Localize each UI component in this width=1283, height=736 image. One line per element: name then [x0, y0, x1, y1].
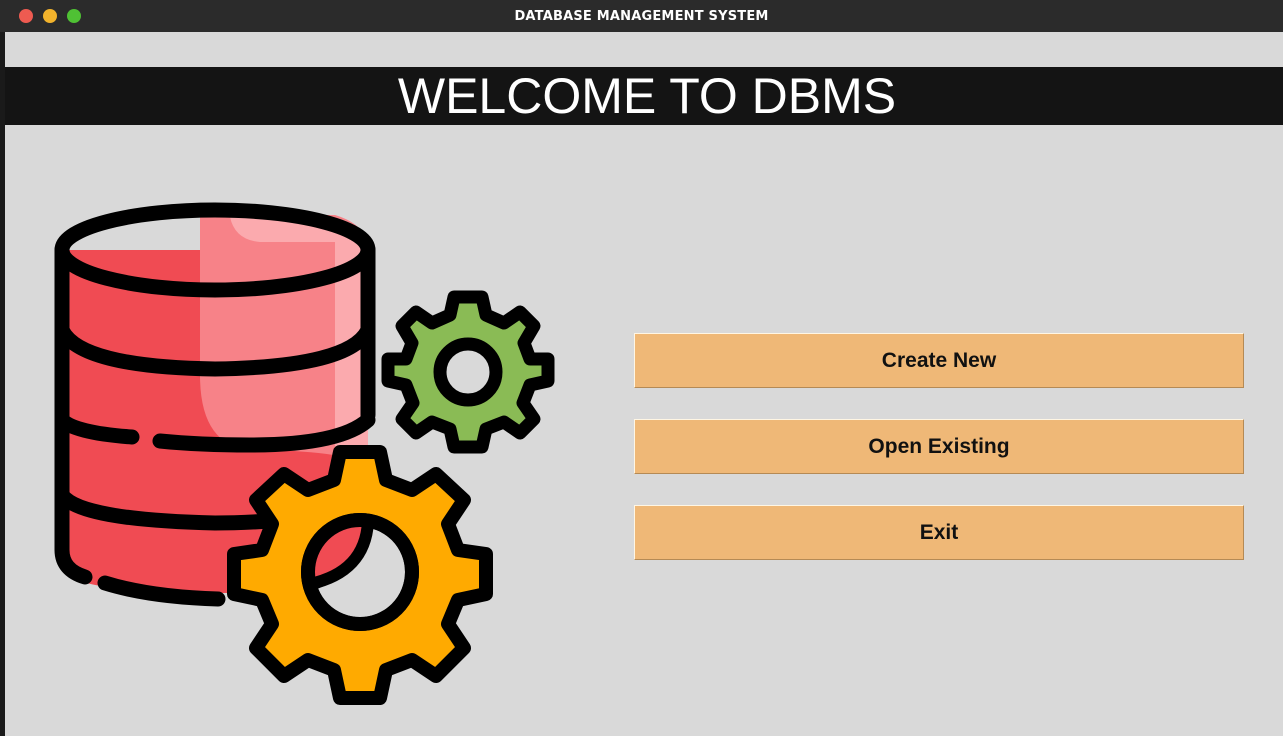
- minimize-window-button[interactable]: [43, 9, 57, 23]
- welcome-heading: WELCOME TO DBMS: [397, 68, 897, 124]
- window-title: DATABASE MANAGEMENT SYSTEM: [514, 8, 769, 24]
- small-gear-icon: [381, 290, 555, 454]
- maximize-window-button[interactable]: [67, 9, 81, 23]
- exit-button[interactable]: Exit: [634, 505, 1244, 560]
- large-gear-icon: [227, 445, 493, 705]
- create-new-button[interactable]: Create New: [634, 333, 1244, 388]
- close-window-button[interactable]: [19, 9, 33, 23]
- app-window: DATABASE MANAGEMENT SYSTEM WELCOME TO DB…: [0, 0, 1283, 736]
- open-existing-button[interactable]: Open Existing: [634, 419, 1244, 474]
- window-edge: [0, 32, 5, 736]
- welcome-banner: WELCOME TO DBMS: [5, 67, 1283, 125]
- database-gears-icon: [54, 202, 555, 705]
- title-bar[interactable]: DATABASE MANAGEMENT SYSTEM: [0, 0, 1283, 32]
